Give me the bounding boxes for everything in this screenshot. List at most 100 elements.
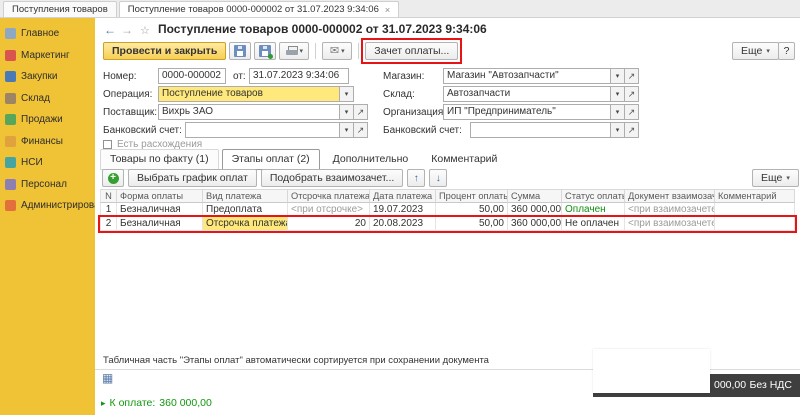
more-button-table[interactable]: Еще ▾: [752, 169, 799, 187]
send-button[interactable]: ✉ ▾: [322, 42, 352, 60]
post-icon: [259, 45, 271, 57]
tab-payment-stages[interactable]: Этапы оплат (2): [222, 149, 320, 170]
total-amount-fragment: 000,00: [714, 379, 746, 391]
window-tab-bar: Поступления товаров Поступление товаров …: [0, 0, 800, 18]
cell-deferral[interactable]: <при отсрочке>: [288, 203, 370, 217]
add-row-button[interactable]: +: [102, 169, 124, 187]
save-button[interactable]: [229, 42, 251, 60]
sidebar-item-sales[interactable]: Продажи: [0, 109, 95, 131]
cell-payment-form[interactable]: Безналичная: [117, 217, 203, 231]
save-icon: [234, 45, 246, 57]
sidebar-item-master-data[interactable]: НСИ: [0, 152, 95, 174]
cell-payment-date[interactable]: 20.08.2023: [370, 217, 436, 231]
open-item-button[interactable]: ↗: [625, 122, 639, 138]
window-tab-receipt-document[interactable]: Поступление товаров 0000-000002 от 31.07…: [119, 1, 399, 17]
home-icon: [5, 28, 16, 39]
sales-icon: [5, 114, 16, 125]
sidebar-item-purchases[interactable]: Закупки: [0, 66, 95, 88]
discrepancies-checkbox[interactable]: [103, 140, 112, 149]
table-row-1[interactable]: 1 Безналичная Предоплата <при отсрочке> …: [100, 203, 795, 217]
forward-arrow-icon[interactable]: →: [121, 23, 133, 37]
back-arrow-icon[interactable]: ←: [104, 23, 116, 37]
dropdown-button[interactable]: ▾: [611, 122, 625, 138]
supplier-input[interactable]: Вихрь ЗАО: [158, 104, 340, 120]
move-up-button[interactable]: ↑: [407, 169, 425, 187]
number-input[interactable]: 0000-000002: [158, 68, 226, 84]
store-label: Магазин:: [383, 71, 424, 82]
cell-payment-percent[interactable]: 50,00: [436, 217, 508, 231]
organization-label: Организация:: [383, 107, 446, 118]
cell-amount[interactable]: 360 000,00: [508, 203, 562, 217]
datetime-input[interactable]: 31.07.2023 9:34:06: [249, 68, 349, 84]
open-link-icon: ↗: [628, 89, 636, 100]
table-row-2[interactable]: 2 Безналичная Отсрочка платежа 20 20.08.…: [100, 217, 795, 231]
cell-payment-status[interactable]: Оплачен: [562, 203, 625, 217]
open-item-button[interactable]: ↗: [625, 68, 639, 84]
cell-deferral[interactable]: 20: [288, 217, 370, 231]
cell-payment-kind[interactable]: Отсрочка платежа: [203, 217, 288, 231]
post-and-close-button[interactable]: Провести и закрыть: [103, 42, 226, 60]
window-tab-label: Поступление товаров 0000-000002 от 31.07…: [128, 4, 379, 15]
cell-offset-document[interactable]: <при взаимозачете>: [625, 217, 715, 231]
sidebar-item-label: Финансы: [21, 136, 63, 147]
sidebar-item-administration[interactable]: Администрирование: [0, 195, 95, 217]
print-button[interactable]: ▾: [279, 42, 309, 60]
cell-number[interactable]: 1: [100, 203, 117, 217]
chevron-down-icon: ▾: [345, 90, 349, 98]
cell-payment-status[interactable]: Не оплачен: [562, 217, 625, 231]
open-item-button[interactable]: ↗: [354, 122, 368, 138]
favorite-star-icon[interactable]: ☆: [140, 24, 150, 37]
sidebar-item-personnel[interactable]: Персонал: [0, 174, 95, 196]
offset-payment-button[interactable]: Зачет оплаты...: [365, 42, 458, 60]
open-item-button[interactable]: ↗: [354, 104, 368, 120]
cell-number[interactable]: 2: [100, 217, 117, 231]
select-payment-schedule-label: Выбрать график оплат: [137, 172, 248, 184]
tab-additional[interactable]: Дополнительно: [323, 149, 419, 170]
cell-amount[interactable]: 360 000,00: [508, 217, 562, 231]
pick-offset-button[interactable]: Подобрать взаимозачет...: [261, 169, 403, 187]
chevron-down-icon: ▾: [616, 126, 620, 134]
bank-account-left-input[interactable]: [185, 122, 340, 138]
open-item-button[interactable]: ↗: [625, 86, 639, 102]
window-tab-label: Поступления товаров: [12, 4, 108, 15]
sidebar-item-main[interactable]: Главное: [0, 23, 95, 45]
cell-comment[interactable]: [715, 203, 795, 217]
close-icon[interactable]: ×: [385, 5, 390, 15]
cell-payment-percent[interactable]: 50,00: [436, 203, 508, 217]
tab-label: Комментарий: [431, 153, 497, 165]
sidebar-item-finance[interactable]: Финансы: [0, 131, 95, 153]
dropdown-button[interactable]: ▾: [340, 86, 354, 102]
operation-input[interactable]: Поступление товаров: [158, 86, 340, 102]
bank-account-right-input[interactable]: [470, 122, 611, 138]
organization-input[interactable]: ИП "Предприниматель": [443, 104, 611, 120]
payment-stages-table: N Форма оплаты Вид платежа Отсрочка плат…: [100, 189, 795, 231]
sidebar-item-marketing[interactable]: Маркетинг: [0, 45, 95, 67]
dropdown-button[interactable]: ▾: [611, 68, 625, 84]
cell-offset-document[interactable]: <при взаимозачете>: [625, 203, 715, 217]
more-button-top[interactable]: Еще ▾: [732, 42, 779, 60]
dropdown-button[interactable]: ▾: [340, 122, 354, 138]
chevron-down-icon: ▾: [616, 108, 620, 116]
dropdown-button[interactable]: ▾: [611, 86, 625, 102]
totals-grid-icon[interactable]: ▦: [102, 371, 113, 385]
warehouse-input[interactable]: Автозапчасти: [443, 86, 611, 102]
open-item-button[interactable]: ↗: [625, 104, 639, 120]
cell-payment-date[interactable]: 19.07.2023: [370, 203, 436, 217]
store-input[interactable]: Магазин "Автозапчасти": [443, 68, 611, 84]
dropdown-button[interactable]: ▾: [340, 104, 354, 120]
arrow-up-icon: ↑: [414, 173, 419, 184]
tab-goods-by-fact[interactable]: Товары по факту (1): [100, 149, 219, 170]
dropdown-button[interactable]: ▾: [611, 104, 625, 120]
sidebar-item-warehouse[interactable]: Склад: [0, 88, 95, 110]
cell-comment[interactable]: [715, 217, 795, 231]
date-from-label: от:: [233, 71, 246, 82]
tab-comment[interactable]: Комментарий: [421, 149, 507, 170]
help-button[interactable]: ?: [778, 42, 795, 60]
cell-payment-kind[interactable]: Предоплата: [203, 203, 288, 217]
post-button[interactable]: [254, 42, 276, 60]
select-payment-schedule-button[interactable]: Выбрать график оплат: [128, 169, 257, 187]
cell-payment-form[interactable]: Безналичная: [117, 203, 203, 217]
move-down-button[interactable]: ↓: [429, 169, 447, 187]
window-tab-receipts-list[interactable]: Поступления товаров: [3, 1, 117, 17]
payable-summary-link[interactable]: ▸ К оплате: 360 000,00: [101, 397, 212, 409]
